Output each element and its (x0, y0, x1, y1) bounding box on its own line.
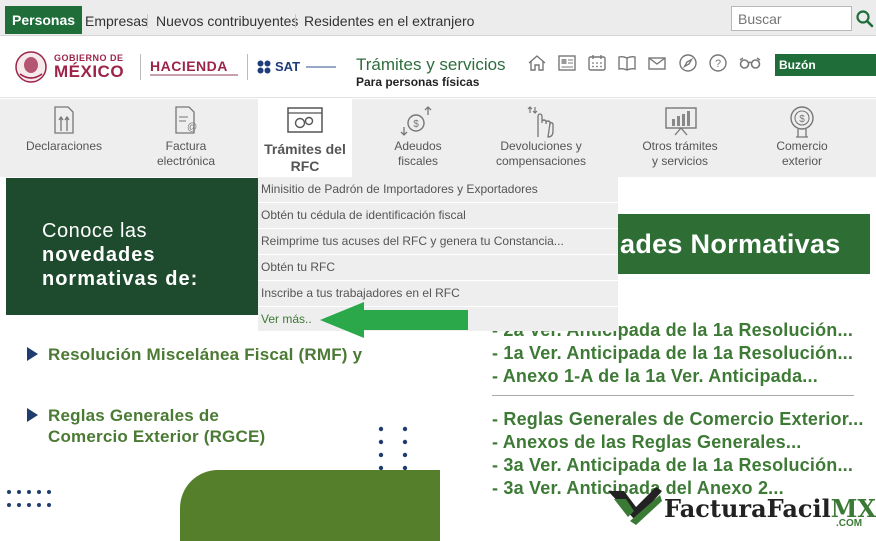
divider (140, 54, 141, 80)
dropdown-item-reimprime-acuses[interactable]: Reimprime tus acuses del RFC y genera tu… (258, 229, 618, 255)
watermark-com: .COM (836, 518, 863, 529)
tab-empresas[interactable]: Empresas (85, 13, 148, 29)
mexico-seal-icon[interactable] (14, 50, 48, 84)
bullet-triangle-icon (27, 408, 38, 422)
chart-board-icon (665, 107, 697, 136)
bullet-triangle-icon (27, 347, 38, 361)
svg-text:@: @ (187, 122, 197, 133)
divider (295, 14, 296, 28)
nav-label: Factura electrónica (156, 139, 216, 168)
calendar-icon[interactable] (586, 52, 608, 74)
svg-text:?: ? (715, 58, 721, 70)
nav-comercio-exterior[interactable]: $ Comercio exterior (756, 99, 848, 177)
nav-factura-electronica[interactable]: @ Factura electrónica (140, 99, 232, 177)
nav-declaraciones[interactable]: Declaraciones (18, 99, 110, 177)
dots-pattern-decoration (7, 490, 51, 507)
declaraciones-icon (54, 106, 74, 134)
novedad-link[interactable]: - 1a Ver. Anticipada de la 1a Resolución… (492, 343, 853, 364)
glasses-icon[interactable] (738, 52, 762, 74)
divider (147, 14, 148, 28)
search-icon[interactable] (852, 6, 876, 31)
dropdown-item-obten-rfc[interactable]: Obtén tu RFC (258, 255, 618, 281)
dropdown-item-cedula[interactable]: Obtén tu cédula de identificación fiscal (258, 203, 618, 229)
svg-text:$: $ (799, 114, 805, 125)
banner-line-1: Conoce las (42, 220, 148, 242)
banner-line-3: normativas de: (42, 268, 199, 290)
nav-label: Devoluciones y compensaciones (495, 139, 587, 168)
decorative-green-shape (180, 470, 440, 541)
svg-text:$: $ (413, 119, 419, 130)
home-icon[interactable] (526, 52, 548, 74)
facturafacil-logo-icon (608, 487, 662, 525)
novedad-link[interactable]: - Anexo 1-A de la 1a Ver. Anticipada... (492, 366, 818, 387)
mexico-text: MÉXICO (54, 62, 125, 81)
nav-label: Declaraciones (25, 139, 103, 153)
nav-otros-tramites[interactable]: Otros trámites y servicios (634, 99, 726, 177)
sat-logo[interactable]: SAT (275, 59, 300, 74)
news-icon[interactable] (556, 52, 578, 74)
rfc-icon (287, 107, 323, 133)
annotation-arrow-icon (320, 302, 468, 338)
novedad-link[interactable]: - 3a Ver. Anticipada de la 1a Resolución… (492, 455, 853, 476)
search-input[interactable] (731, 6, 852, 31)
divider (247, 54, 248, 80)
help-icon[interactable]: ? (707, 52, 729, 74)
page-title: Trámites y servicios (356, 55, 506, 74)
buzon-tributario-button[interactable]: Buzón Tributario (775, 54, 876, 94)
rgce-link[interactable]: Reglas Generales de Comercio Exterior (RG… (48, 405, 265, 447)
sat-logo-icon (257, 60, 271, 74)
hand-pointer-icon (527, 106, 554, 138)
tab-residentes-extranjero[interactable]: Residentes en el extranjero (304, 13, 474, 29)
nav-label: Trámites del RFC (264, 141, 346, 174)
mail-icon[interactable] (646, 52, 668, 74)
hacienda-subline (150, 74, 238, 76)
tab-nuevos-contribuyentes[interactable]: Nuevos contribuyentes (156, 13, 298, 29)
main-nav: Declaraciones @ Factura electrónica Trámi… (0, 99, 876, 177)
tab-personas[interactable]: Personas (5, 6, 83, 34)
compass-icon[interactable] (677, 52, 699, 74)
rmf-link[interactable]: Resolución Miscelánea Fiscal (RMF) y (48, 344, 362, 365)
nav-label: Otros trámites y servicios (642, 139, 718, 168)
nav-devoluciones[interactable]: Devoluciones y compensaciones (490, 99, 592, 177)
book-icon[interactable] (616, 52, 638, 74)
novedad-link[interactable]: - Anexos de las Reglas Generales... (492, 432, 801, 453)
nav-label: Adeudos fiscales (394, 139, 442, 168)
novedades-title: ades Normativas (620, 229, 841, 259)
nav-adeudos-fiscales[interactable]: $ Adeudos fiscales (372, 99, 464, 177)
novedad-link[interactable]: - Reglas Generales de Comercio Exterior.… (492, 409, 864, 430)
page-subtitle: Para personas físicas (356, 75, 480, 89)
hacienda-logo[interactable]: HACIENDA (150, 58, 228, 74)
top-bar: Personas Empresas Nuevos contribuyentes … (0, 0, 876, 36)
dropdown-item-padron[interactable]: Minisitio de Padrón de Importadores y Ex… (258, 177, 618, 203)
divider (492, 395, 854, 396)
nav-tramites-rfc[interactable]: Trámites del RFC (258, 99, 352, 177)
globe-dollar-icon: $ (790, 106, 814, 138)
banner-line-2: novedades (42, 244, 156, 266)
coins-icon: $ (400, 106, 432, 136)
invoice-icon: @ (175, 106, 197, 134)
nav-label: Comercio exterior (776, 139, 828, 168)
sat-subline (306, 66, 336, 68)
